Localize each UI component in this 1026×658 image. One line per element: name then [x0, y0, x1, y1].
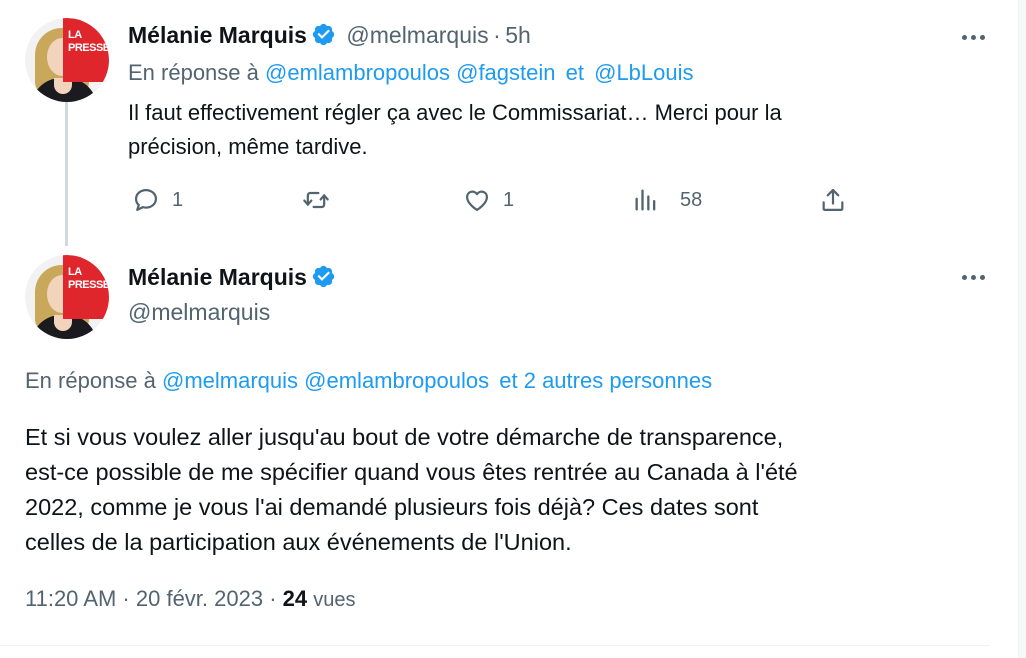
mention-link[interactable]: @emlambropoulos [265, 60, 450, 85]
reply-button[interactable]: 1 [132, 186, 183, 214]
reply-count: 1 [172, 188, 184, 211]
mention-link[interactable]: @melmarquis [162, 368, 298, 393]
like-button[interactable]: 1 [463, 186, 514, 214]
tweet-text-line: précision, même tardive. [128, 134, 368, 159]
avatar[interactable]: LA PRESSE [25, 255, 109, 339]
header-separator: · [493, 22, 501, 48]
verified-badge-icon [312, 23, 335, 46]
reply-context: En réponse à @melmarquis @emlambropoulos… [25, 368, 712, 394]
author-name[interactable]: Mélanie Marquis [128, 22, 307, 48]
others-link[interactable]: et 2 autres personnes [499, 368, 712, 393]
divider [0, 645, 990, 646]
views-count: 58 [680, 188, 703, 211]
reply-to-prefix: En réponse à [128, 60, 259, 85]
tweet-text-line: Et si vous voulez aller jusqu'au bout de… [25, 424, 784, 450]
thread-connector-line [65, 96, 68, 246]
mention-link[interactable]: @fagstein [456, 60, 555, 85]
views-icon [635, 189, 656, 211]
tweet-header: Mélanie Marquis [128, 264, 336, 291]
views-count: 24 [282, 586, 308, 611]
reply-to-prefix: En réponse à [25, 368, 156, 393]
reply-icon [134, 188, 158, 212]
views-label: vues [313, 589, 356, 611]
views-button[interactable]: 58 [632, 186, 702, 214]
mention-link[interactable]: @LbLouis [594, 60, 693, 85]
retweet-button[interactable] [302, 186, 342, 214]
tweet-text-line: Il faut effectivement régler ça avec le … [128, 100, 782, 125]
author-name[interactable]: Mélanie Marquis [128, 264, 307, 290]
tweet-text-line: celles de la participation aux événement… [25, 529, 572, 555]
reply-to-and[interactable]: et [566, 60, 584, 85]
tweet-text: Il faut effectivement régler ça avec le … [128, 96, 782, 164]
more-options-button[interactable] [958, 267, 988, 287]
tweet-time[interactable]: 5h [505, 22, 531, 48]
reply-context: En réponse à @emlambropoulos @fagstein e… [128, 60, 694, 86]
column-edge [1018, 0, 1026, 658]
author-handle[interactable]: @melmarquis [346, 22, 488, 48]
avatar[interactable]: LA PRESSE [25, 18, 109, 102]
more-dot-icon [961, 34, 967, 40]
author-handle[interactable]: @melmarquis [128, 299, 270, 326]
like-count: 1 [503, 188, 515, 211]
la-presse-logo: LA PRESSE [63, 18, 109, 82]
heart-icon [465, 190, 489, 212]
verified-badge-icon [312, 265, 335, 288]
tweet-timestamp[interactable]: 11:20 AM · 20 févr. 2023 · [25, 586, 277, 611]
tweet-text-line: 2022, comme je vous l'ai demandé plusieu… [25, 494, 759, 520]
mention-link[interactable]: @emlambropoulos [304, 368, 489, 393]
tweet-text-line: est-ce possible de me spécifier quand vo… [25, 459, 798, 485]
more-options-button[interactable] [958, 27, 988, 47]
retweet-icon [303, 191, 329, 209]
tweet-meta: 11:20 AM · 20 févr. 2023 · 24 vues [25, 586, 356, 612]
tweet-text: Et si vous voulez aller jusqu'au bout de… [25, 420, 798, 560]
more-dot-icon [961, 274, 967, 280]
tweet-header: Mélanie Marquis @melmarquis · 5h [128, 22, 531, 49]
share-button[interactable] [819, 186, 847, 214]
la-presse-logo: LA PRESSE [63, 255, 109, 319]
share-icon [822, 188, 844, 212]
